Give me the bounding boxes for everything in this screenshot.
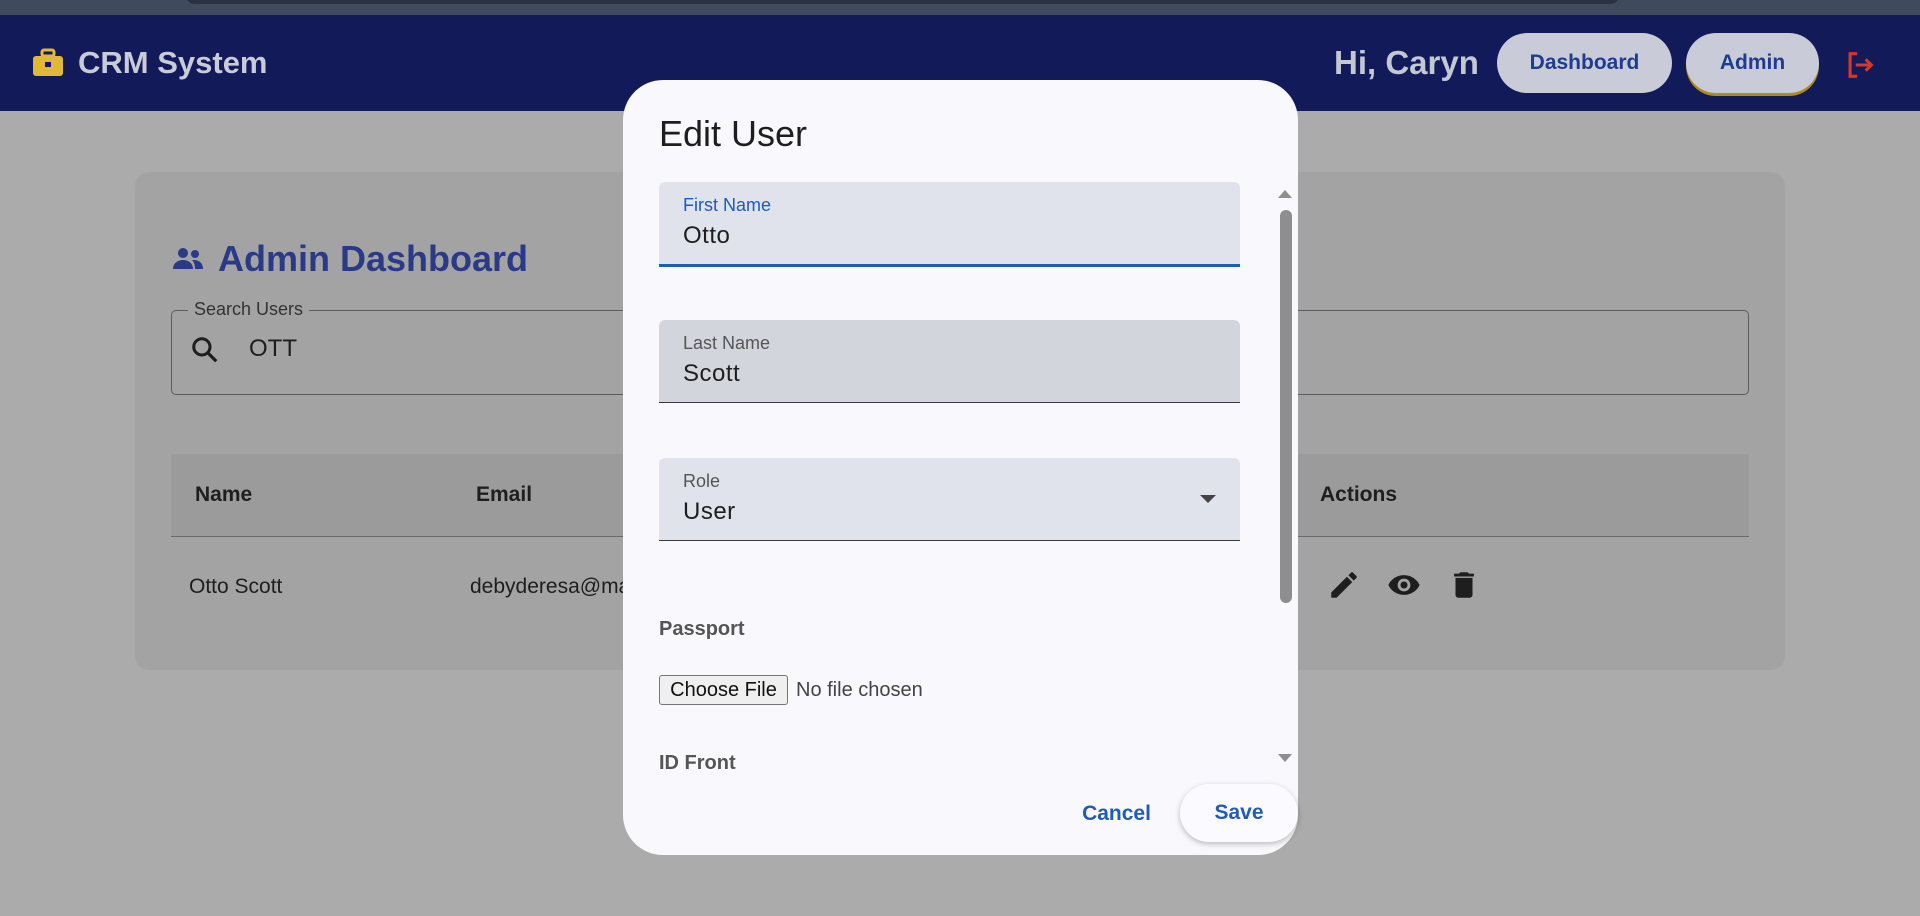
dashboard-nav-button[interactable]: Dashboard bbox=[1497, 33, 1672, 93]
dropdown-arrow-icon[interactable] bbox=[1200, 495, 1216, 503]
cancel-button[interactable]: Cancel bbox=[1070, 789, 1163, 839]
page-title: Admin Dashboard bbox=[172, 236, 528, 282]
scroll-up-arrow[interactable] bbox=[1278, 190, 1292, 198]
search-value[interactable]: OTT bbox=[249, 335, 297, 363]
delete-icon[interactable] bbox=[1447, 568, 1481, 602]
last-name-value[interactable]: Scott bbox=[683, 360, 740, 388]
cell-name: Otto Scott bbox=[189, 575, 283, 598]
file-status: No file chosen bbox=[796, 679, 923, 701]
cell-email: debyderesa@ma bbox=[470, 575, 631, 598]
first-name-label: First Name bbox=[683, 195, 772, 215]
view-icon[interactable] bbox=[1387, 568, 1421, 602]
last-name-field[interactable]: Last Name Scott bbox=[659, 320, 1240, 403]
search-users-label: Search Users bbox=[188, 299, 310, 320]
admin-nav-button[interactable]: Admin bbox=[1686, 33, 1819, 93]
scrollbar-thumb[interactable] bbox=[1280, 210, 1292, 603]
people-icon bbox=[173, 248, 203, 269]
role-label: Role bbox=[683, 471, 721, 491]
scroll-down-arrow[interactable] bbox=[1278, 754, 1292, 762]
user-greeting: Hi, Caryn bbox=[1334, 44, 1479, 81]
brand: CRM System bbox=[32, 15, 268, 111]
search-icon bbox=[192, 337, 218, 363]
app-title: CRM System bbox=[78, 45, 268, 80]
edit-icon[interactable] bbox=[1327, 568, 1361, 602]
browser-address-bar bbox=[185, 0, 1620, 4]
choose-file-button[interactable]: Choose File bbox=[659, 675, 788, 705]
logout-icon[interactable] bbox=[1843, 48, 1877, 82]
last-name-label: Last Name bbox=[683, 333, 771, 353]
passport-label: Passport bbox=[659, 618, 745, 640]
column-header-email: Email bbox=[476, 483, 533, 506]
dialog-title: Edit User bbox=[659, 113, 808, 154]
briefcase-icon bbox=[33, 48, 63, 76]
first-name-field[interactable]: First Name Otto bbox=[659, 182, 1240, 267]
first-name-value[interactable]: Otto bbox=[683, 222, 730, 250]
browser-strip bbox=[0, 0, 1920, 15]
column-header-name: Name bbox=[195, 483, 253, 506]
role-value[interactable]: User bbox=[683, 498, 736, 526]
page-title-text: Admin Dashboard bbox=[218, 238, 529, 279]
role-select[interactable]: Role User bbox=[659, 458, 1240, 541]
save-button[interactable]: Save bbox=[1180, 784, 1298, 842]
column-header-actions: Actions bbox=[1320, 483, 1398, 506]
id-front-label: ID Front bbox=[659, 752, 736, 774]
